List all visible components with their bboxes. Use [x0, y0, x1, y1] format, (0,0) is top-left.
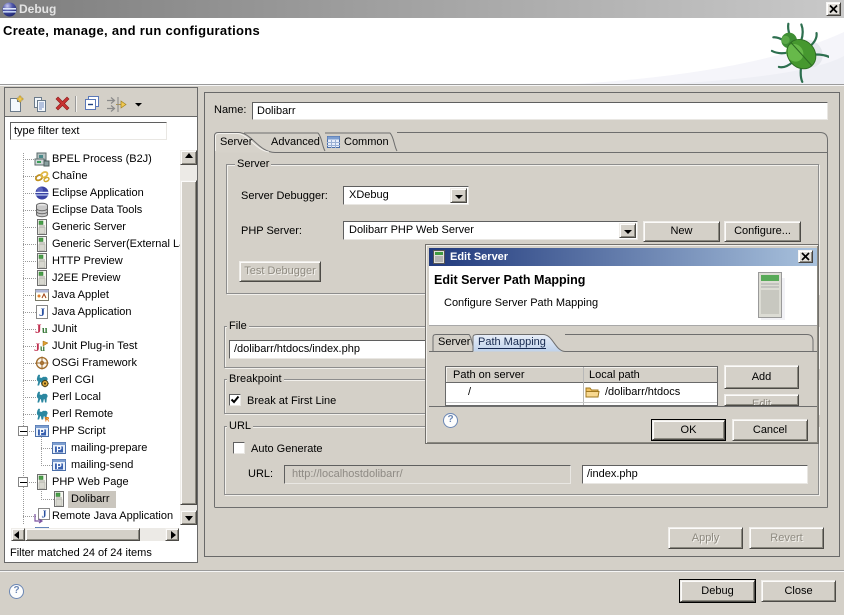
- svg-text:P: P: [56, 462, 62, 471]
- svg-text:P: P: [56, 445, 62, 454]
- svg-text:J: J: [39, 305, 45, 319]
- svg-text:P: P: [39, 428, 45, 437]
- svg-text:u: u: [42, 325, 48, 336]
- svg-text:J: J: [42, 510, 47, 521]
- svg-text:R: R: [45, 418, 50, 423]
- svg-text:J: J: [35, 321, 42, 336]
